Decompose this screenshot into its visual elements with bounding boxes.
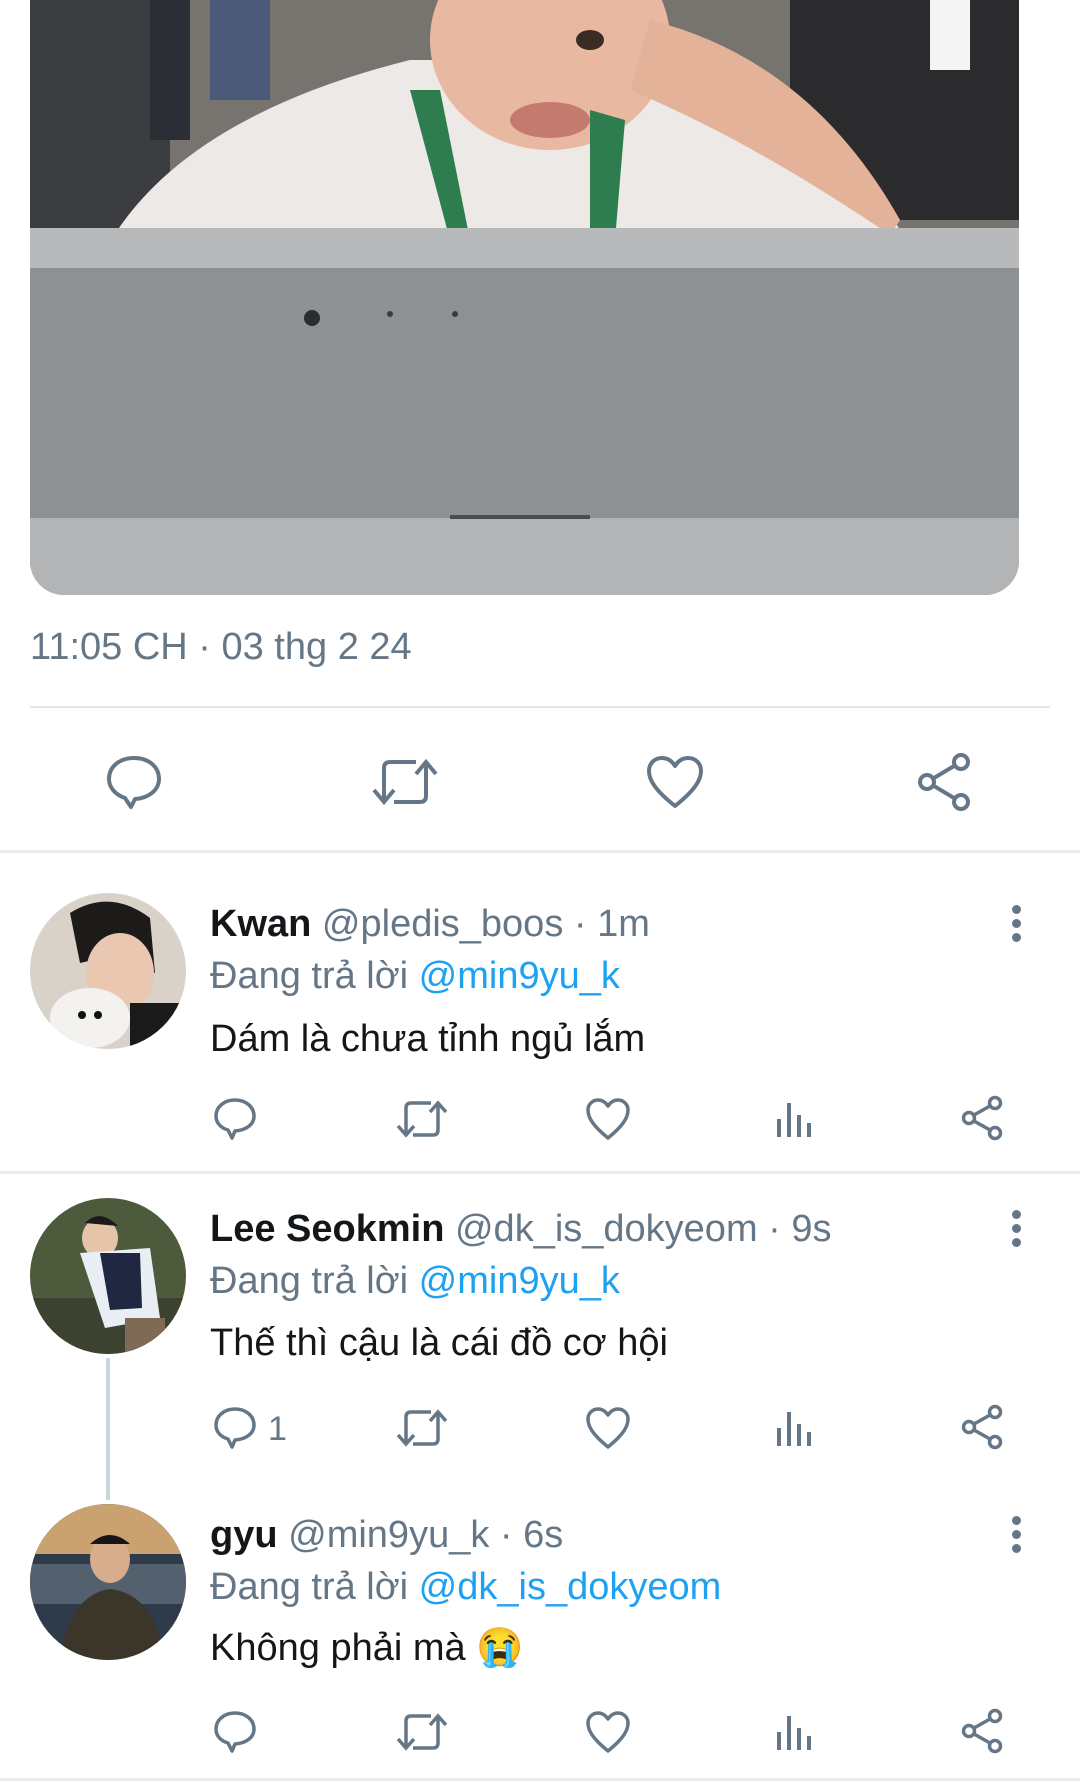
replying-to-mention[interactable]: @min9yu_k xyxy=(419,955,620,997)
reply-text: Thế thì cậu là cái đồ cơ hội xyxy=(210,1322,668,1364)
reply-time: · 6s xyxy=(499,1514,564,1556)
analytics-icon[interactable] xyxy=(775,1097,815,1146)
reply-action-bar xyxy=(0,1706,1080,1766)
section-divider xyxy=(0,1778,1080,1781)
reply-action-bar: 1 xyxy=(0,1402,1080,1462)
photo-image xyxy=(30,0,1019,595)
share-icon[interactable] xyxy=(960,1095,1006,1146)
reply-header: Lee Seokmin @dk_is_dokyeom · 9s xyxy=(210,1208,832,1251)
reply-icon[interactable] xyxy=(105,754,163,815)
share-icon[interactable] xyxy=(960,1404,1006,1455)
heart-icon[interactable] xyxy=(585,1710,631,1759)
retweet-icon[interactable] xyxy=(395,1097,449,1146)
tweet-action-bar xyxy=(0,740,1080,820)
reply-icon[interactable] xyxy=(213,1406,257,1455)
reply-time: · 9s xyxy=(768,1208,832,1250)
user-handle[interactable]: @dk_is_dokyeom xyxy=(455,1208,758,1250)
reply-text: Dám là chưa tỉnh ngủ lắm xyxy=(210,1018,646,1060)
replying-to-line: Đang trả lời @min9yu_k xyxy=(210,955,620,998)
reply-icon[interactable] xyxy=(213,1710,257,1759)
reply-time: · 1m xyxy=(573,903,650,945)
reply-tweet[interactable]: Kwan @pledis_boos · 1m Đang trả lời @min… xyxy=(0,853,1080,1171)
user-handle[interactable]: @pledis_boos xyxy=(322,903,563,945)
more-options-icon[interactable] xyxy=(1010,905,1024,947)
reply-header: gyu @min9yu_k · 6s xyxy=(210,1514,563,1557)
replying-to-mention[interactable]: @dk_is_dokyeom xyxy=(419,1566,722,1608)
heart-icon[interactable] xyxy=(645,754,705,815)
reply-icon[interactable] xyxy=(213,1097,257,1146)
reply-tweet[interactable]: gyu @min9yu_k · 6s Đang trả lời @dk_is_d… xyxy=(0,1474,1080,1784)
analytics-icon[interactable] xyxy=(775,1710,815,1759)
share-icon[interactable] xyxy=(960,1708,1006,1759)
avatar[interactable] xyxy=(30,1504,186,1660)
reply-action-bar xyxy=(0,1093,1080,1153)
reply-text: Không phải mà 😭 xyxy=(210,1627,524,1669)
tweet-timestamp[interactable]: 11:05 CH · 03 thg 2 24 xyxy=(30,626,412,669)
replying-label: Đang trả lời xyxy=(210,955,409,997)
divider xyxy=(30,706,1050,708)
replying-label: Đang trả lời xyxy=(210,1260,409,1302)
retweet-icon[interactable] xyxy=(395,1406,449,1455)
replying-to-line: Đang trả lời @min9yu_k xyxy=(210,1260,620,1303)
avatar[interactable] xyxy=(30,893,186,1049)
reply-count: 1 xyxy=(268,1410,287,1448)
display-name[interactable]: gyu xyxy=(210,1514,278,1556)
reply-header: Kwan @pledis_boos · 1m xyxy=(210,903,650,946)
display-name[interactable]: Lee Seokmin xyxy=(210,1208,444,1250)
replying-to-mention[interactable]: @min9yu_k xyxy=(419,1260,620,1302)
display-name[interactable]: Kwan xyxy=(210,903,311,945)
user-handle[interactable]: @min9yu_k xyxy=(288,1514,489,1556)
replying-to-line: Đang trả lời @dk_is_dokyeom xyxy=(210,1566,721,1609)
share-icon[interactable] xyxy=(915,752,975,817)
heart-icon[interactable] xyxy=(585,1097,631,1146)
heart-icon[interactable] xyxy=(585,1406,631,1455)
analytics-icon[interactable] xyxy=(775,1406,815,1455)
more-options-icon[interactable] xyxy=(1010,1516,1024,1558)
retweet-icon[interactable] xyxy=(395,1710,449,1759)
avatar[interactable] xyxy=(30,1198,186,1354)
reply-tweet[interactable]: Lee Seokmin @dk_is_dokyeom · 9s Đang trả… xyxy=(0,1174,1080,1474)
replying-label: Đang trả lời xyxy=(210,1566,409,1608)
tweet-media-photo[interactable] xyxy=(30,0,1019,595)
retweet-icon[interactable] xyxy=(370,754,440,815)
more-options-icon[interactable] xyxy=(1010,1210,1024,1252)
